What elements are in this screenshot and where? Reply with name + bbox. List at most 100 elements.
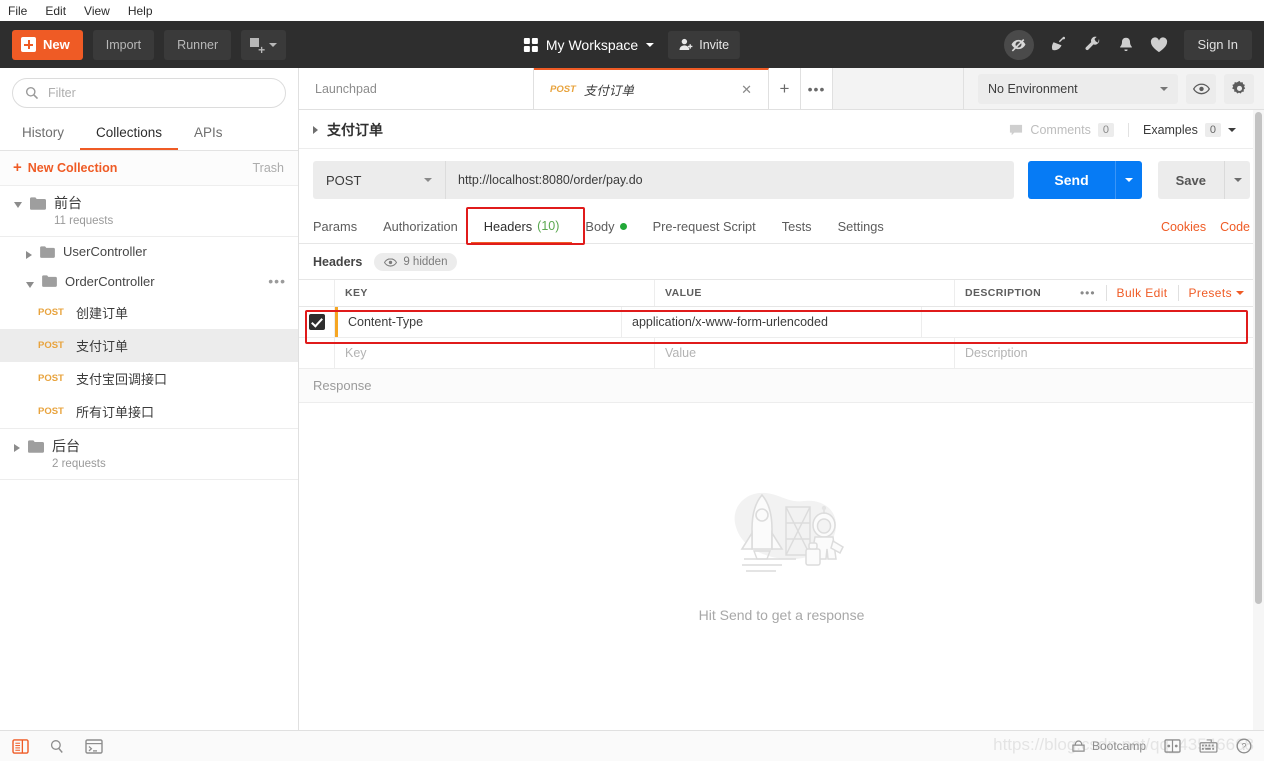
collection-name: 后台 xyxy=(52,438,80,454)
chevron-down-icon[interactable] xyxy=(26,281,34,288)
chevron-down-icon[interactable] xyxy=(14,202,22,208)
folder-more-icon[interactable]: ••• xyxy=(268,273,286,289)
close-icon[interactable]: ✕ xyxy=(741,82,752,98)
folder-icon xyxy=(42,275,57,287)
heart-icon[interactable] xyxy=(1150,36,1168,53)
method-selector[interactable]: POST xyxy=(313,161,445,199)
save-options-button[interactable] xyxy=(1224,161,1250,199)
bootcamp-button[interactable]: Bootcamp xyxy=(1071,739,1146,753)
filter-box[interactable] xyxy=(12,78,286,108)
sidebar-tab-collections[interactable]: Collections xyxy=(80,116,179,150)
collection-name: 前台 xyxy=(54,195,82,211)
scrollbar-thumb[interactable] xyxy=(1255,112,1262,604)
tab-pre-request-script[interactable]: Pre-request Script xyxy=(640,211,769,244)
tab-headers[interactable]: Headers (10) xyxy=(470,211,573,244)
header-description-input[interactable] xyxy=(922,307,1264,337)
search-input[interactable] xyxy=(48,86,273,100)
sidebar: History Collections APIs + New Collectio… xyxy=(0,68,299,730)
bootcamp-label: Bootcamp xyxy=(1091,739,1146,753)
column-description: DESCRIPTION ••• Bulk Edit Presets xyxy=(955,280,1264,306)
tab-authorization[interactable]: Authorization xyxy=(370,211,471,244)
request-item-alipay-callback[interactable]: POST 支付宝回调接口 xyxy=(0,362,298,395)
tab-settings[interactable]: Settings xyxy=(825,211,897,244)
eye-icon xyxy=(1192,83,1210,94)
import-button[interactable]: Import xyxy=(92,29,155,60)
bell-icon[interactable] xyxy=(1118,36,1134,53)
collection-item-backend[interactable]: 后台 2 requests xyxy=(0,429,298,480)
menu-item-edit[interactable]: Edit xyxy=(45,4,66,18)
environment-quick-look-button[interactable] xyxy=(1186,73,1216,104)
new-button[interactable]: New xyxy=(12,29,83,60)
trash-link[interactable]: Trash xyxy=(253,161,285,175)
table-row[interactable]: Content-Type application/x-www-form-urle… xyxy=(299,307,1264,338)
satellite-icon[interactable] xyxy=(1050,36,1068,53)
breadcrumb[interactable]: 支付订单 xyxy=(313,120,383,140)
workspace-label: My Workspace xyxy=(545,36,639,53)
menu-item-help[interactable]: Help xyxy=(128,4,153,18)
table-row[interactable]: Key Value Description xyxy=(299,338,1264,369)
presets-button[interactable]: Presets xyxy=(1177,285,1254,301)
new-header-key-input[interactable]: Key xyxy=(335,338,655,368)
tab-headers-label: Headers xyxy=(483,218,533,234)
save-button[interactable]: Save xyxy=(1157,161,1224,199)
bulk-edit-link[interactable]: Bulk Edit xyxy=(1105,285,1178,301)
workspace-selector[interactable]: My Workspace xyxy=(523,36,655,53)
new-header-description-input[interactable]: Description xyxy=(955,338,1264,368)
hidden-headers-toggle[interactable]: 9 hidden xyxy=(374,253,458,271)
console-icon[interactable] xyxy=(85,738,103,754)
menu-item-file[interactable]: File xyxy=(8,4,27,18)
comments-button[interactable]: Comments 0 xyxy=(995,123,1128,137)
send-button[interactable]: Send xyxy=(1028,161,1115,199)
chevron-down-icon xyxy=(646,42,655,47)
tab-body[interactable]: Body xyxy=(572,211,639,244)
help-icon[interactable]: ? xyxy=(1236,738,1252,754)
sidebar-tab-apis[interactable]: APIs xyxy=(178,116,239,150)
two-pane-icon[interactable] xyxy=(1164,739,1181,753)
tab-launchpad[interactable]: Launchpad xyxy=(299,68,534,109)
code-link[interactable]: Code xyxy=(1220,220,1250,234)
wrench-icon[interactable] xyxy=(1084,36,1102,53)
find-icon[interactable] xyxy=(49,739,65,754)
runner-button[interactable]: Runner xyxy=(164,29,232,60)
request-item-create-order[interactable]: POST 创建订单 xyxy=(0,296,298,329)
tab-pay-order[interactable]: POST 支付订单 ✕ xyxy=(534,68,769,109)
tab-params[interactable]: Params xyxy=(313,211,370,244)
send-options-button[interactable] xyxy=(1114,161,1142,199)
tab-options-button[interactable]: ••• xyxy=(801,68,833,109)
request-item-all-orders[interactable]: POST 所有订单接口 xyxy=(0,395,298,429)
header-key-input[interactable]: Content-Type xyxy=(338,307,622,337)
sign-in-button[interactable]: Sign In xyxy=(1183,29,1252,60)
new-window-button[interactable] xyxy=(241,29,287,60)
new-header-value-input[interactable]: Value xyxy=(655,338,955,368)
cookies-link[interactable]: Cookies xyxy=(1161,220,1206,234)
column-checkbox xyxy=(299,280,335,306)
chevron-right-icon[interactable] xyxy=(14,444,20,452)
new-collection-button[interactable]: + New Collection xyxy=(13,160,117,175)
collection-item-frontend[interactable]: 前台 11 requests xyxy=(0,186,298,237)
chevron-right-icon[interactable] xyxy=(26,250,32,259)
url-input[interactable]: http://localhost:8080/order/pay.do xyxy=(445,161,1015,199)
keyboard-icon[interactable] xyxy=(1199,739,1218,753)
sidebar-tab-history[interactable]: History xyxy=(6,116,80,150)
folder-item-ordercontroller[interactable]: OrderController ••• xyxy=(0,266,298,296)
header-enabled-checkbox[interactable] xyxy=(308,314,325,330)
menu-item-view[interactable]: View xyxy=(84,4,110,18)
main-scrollbar[interactable] xyxy=(1253,110,1264,730)
new-tab-button[interactable]: + xyxy=(769,68,801,109)
environment-selector[interactable]: No Environment xyxy=(978,73,1178,104)
folder-item-usercontroller[interactable]: UserController xyxy=(0,237,298,266)
header-value-input[interactable]: application/x-www-form-urlencoded xyxy=(622,307,922,337)
request-item-pay-order[interactable]: POST 支付订单 xyxy=(0,329,298,362)
examples-count: 0 xyxy=(1204,123,1221,137)
table-more-icon[interactable]: ••• xyxy=(1070,285,1106,301)
sidebar-toggle-icon[interactable] xyxy=(12,738,29,754)
request-method: POST xyxy=(38,406,64,417)
chevron-down-icon xyxy=(1124,178,1133,182)
comment-icon xyxy=(1010,124,1023,135)
examples-button[interactable]: Examples 0 xyxy=(1127,123,1250,137)
chevron-right-icon[interactable] xyxy=(313,126,318,134)
invite-button[interactable]: Invite xyxy=(668,30,741,59)
settings-button[interactable] xyxy=(1224,73,1254,104)
eye-slash-icon[interactable] xyxy=(1003,29,1034,60)
tab-tests[interactable]: Tests xyxy=(769,211,825,244)
